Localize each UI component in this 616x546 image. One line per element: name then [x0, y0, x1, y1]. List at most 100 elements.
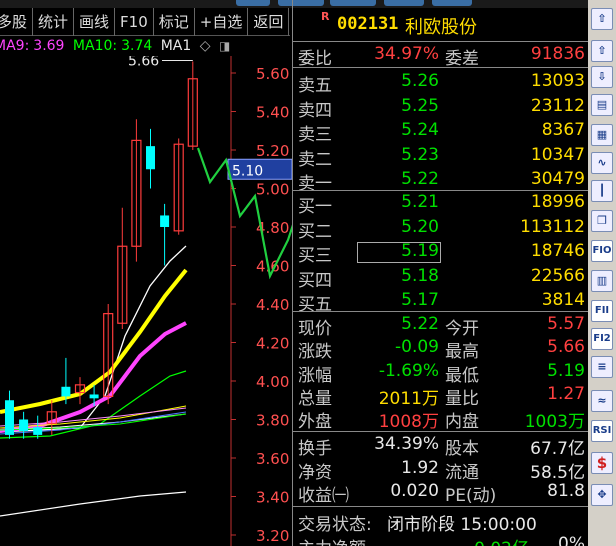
bid-row: 买二 5.20 113112 [293, 217, 589, 242]
ask-volume: 30479 [530, 169, 585, 189]
line-chart-icon[interactable]: ∿ [591, 152, 613, 174]
bid-row: 买三 5.19 18746 [293, 241, 589, 266]
crosshair-price-label: 5.10 [232, 163, 263, 179]
toolbar-stats-button[interactable]: 统计 [33, 8, 75, 36]
weibi-separator [293, 67, 589, 68]
bid-volume: 18746 [530, 241, 585, 261]
ma10-line [0, 491, 187, 517]
weicha-label: 委差 [445, 49, 479, 69]
move-icon[interactable]: ✥ [591, 484, 613, 506]
stat-value-left: 2011万 [378, 388, 439, 409]
toolbar-mark-button[interactable]: 标记 [154, 8, 195, 36]
ask-volume: 13093 [530, 71, 585, 91]
trade-status-label: 交易状态: [298, 515, 372, 535]
ask-row: 卖一 5.22 30479 [293, 169, 589, 194]
f12-icon[interactable]: FI2 [591, 328, 613, 350]
stat-value-left: -1.69% [378, 360, 439, 381]
ask-volume: 23112 [530, 95, 585, 116]
top-tab-1[interactable] [236, 0, 270, 6]
bid-level-label: 买四 [298, 270, 332, 291]
kline-svg: 5.605.405.205.004.804.604.404.204.003.80… [0, 56, 292, 546]
toolbar-back-button[interactable]: 返回 [248, 8, 290, 36]
y-tick-label: 3.60 [256, 450, 289, 468]
fund-value-left: 34.39% [374, 434, 439, 454]
bid-price: 5.18 [401, 265, 439, 286]
high-price-label: 5.66 [128, 56, 159, 69]
y-tick-label: 4.00 [256, 373, 289, 391]
diamond-icon[interactable]: ◇ [200, 38, 211, 54]
bid-volume: 3814 [541, 290, 585, 310]
order-book-separator [293, 190, 589, 191]
candle-body-down [61, 386, 71, 397]
candle-body-down [33, 427, 43, 435]
fund-value-right: 81.8 [547, 481, 585, 501]
report-icon[interactable]: ▤ [591, 94, 613, 116]
dollar-icon[interactable]: $ [591, 452, 613, 474]
stat-value-left: -0.09 [395, 337, 439, 358]
ask-price: 5.24 [401, 120, 439, 140]
ma9-value: 3.69 [33, 38, 65, 54]
f10-icon[interactable]: FIO [591, 240, 613, 262]
fund-value-left: 0.020 [390, 481, 439, 501]
bid-row: 买四 5.18 22566 [293, 265, 589, 291]
toolbar-multi-stock-button[interactable]: 多股 [0, 8, 34, 36]
stat-label-right: 最高 [445, 342, 479, 363]
ma-legend: MA9: 3.69 MA10: 3.74 MA1 ◇ ◨ [0, 38, 230, 56]
bid-separator [293, 311, 589, 312]
toolbar-draw-line-button[interactable]: 画线 [74, 8, 116, 36]
bid-row: 买五 5.17 3814 [293, 290, 589, 315]
ask-level-label: 卖二 [298, 149, 332, 170]
stat-label-left: 外盘 [298, 412, 332, 433]
arrow-up-icon[interactable]: ⇧ [591, 8, 613, 30]
ask-level-label: 卖四 [298, 100, 332, 121]
bid-volume: 22566 [530, 265, 585, 286]
arrow-down-outline-icon[interactable]: ⇩ [591, 66, 613, 88]
stat-value-right: 1.27 [547, 383, 585, 404]
stat-value-left: 1008万 [378, 412, 439, 433]
ask-row: 卖四 5.25 23112 [293, 95, 589, 121]
ask-row: 卖五 5.26 13093 [293, 71, 589, 96]
candle-icon[interactable]: ┃ [591, 180, 613, 202]
quote-stat-row: 总量 2011万 量比 1.27 [293, 383, 589, 409]
stock-name: 利欧股份 [405, 17, 477, 38]
bars-icon[interactable]: ▥ [591, 270, 613, 292]
bid-level-label: 买二 [298, 221, 332, 242]
ma10-value: 3.74 [121, 38, 153, 54]
f11-icon[interactable]: FII [591, 300, 613, 322]
y-tick-label: 3.80 [256, 412, 289, 430]
y-tick-label: 5.20 [256, 142, 289, 160]
y-tick-label: 3.20 [256, 527, 289, 545]
bid-price: 5.21 [401, 192, 439, 212]
stat-label-left: 总量 [298, 388, 332, 409]
weibi-row: 委比 34.97% 委差 91836 [293, 44, 589, 69]
toolbar-add-watchlist-button[interactable]: +自选 [195, 8, 249, 36]
stat-label-right: 内盘 [445, 412, 479, 433]
y-tick-label: 5.60 [256, 65, 289, 83]
stat-label-right: 今开 [445, 319, 479, 339]
stat-value-right: 1003万 [524, 412, 585, 433]
ask-row: 卖二 5.23 10347 [293, 145, 589, 170]
fund-label-right: 流通 [445, 462, 479, 483]
copy-icon[interactable]: ❐ [591, 210, 613, 232]
fundamental-row: 收益㈠ 0.020 PE(动) 81.8 [293, 481, 589, 506]
ask-row: 卖三 5.24 8367 [293, 120, 589, 145]
chart-toolbar: 多股 统计 画线 F10 标记 +自选 返回 [0, 8, 290, 36]
rsi-icon[interactable]: RSI [591, 420, 613, 442]
y-tick-label: 4.40 [256, 296, 289, 314]
bid-row: 买一 5.21 18996 [293, 192, 589, 217]
arrow-up-outline-icon[interactable]: ⇧ [591, 40, 613, 62]
ma-more-label: MA1 [160, 38, 192, 54]
trade-status-value: 闭市阶段 15:00:00 [387, 515, 537, 535]
ask-volume: 8367 [541, 120, 585, 140]
weibi-label: 委比 [298, 49, 332, 69]
grid-icon[interactable]: ▦ [591, 124, 613, 146]
panel-toggle-icon[interactable]: ◨ [219, 39, 230, 53]
selected-price-box[interactable] [357, 242, 441, 263]
y-tick-label: 4.20 [256, 335, 289, 353]
toolbar-f10-button[interactable]: F10 [115, 8, 154, 36]
bid-level-label: 买三 [298, 246, 332, 266]
wave-icon[interactable]: ≈ [591, 390, 613, 412]
stat-label-right: 最低 [445, 365, 479, 386]
list-icon[interactable]: ≡ [591, 356, 613, 378]
kline-chart[interactable]: 5.60 5.40 5.20 5.00 4.80 4.60 4.40 4.20 4.00 3.80… [0, 56, 292, 546]
